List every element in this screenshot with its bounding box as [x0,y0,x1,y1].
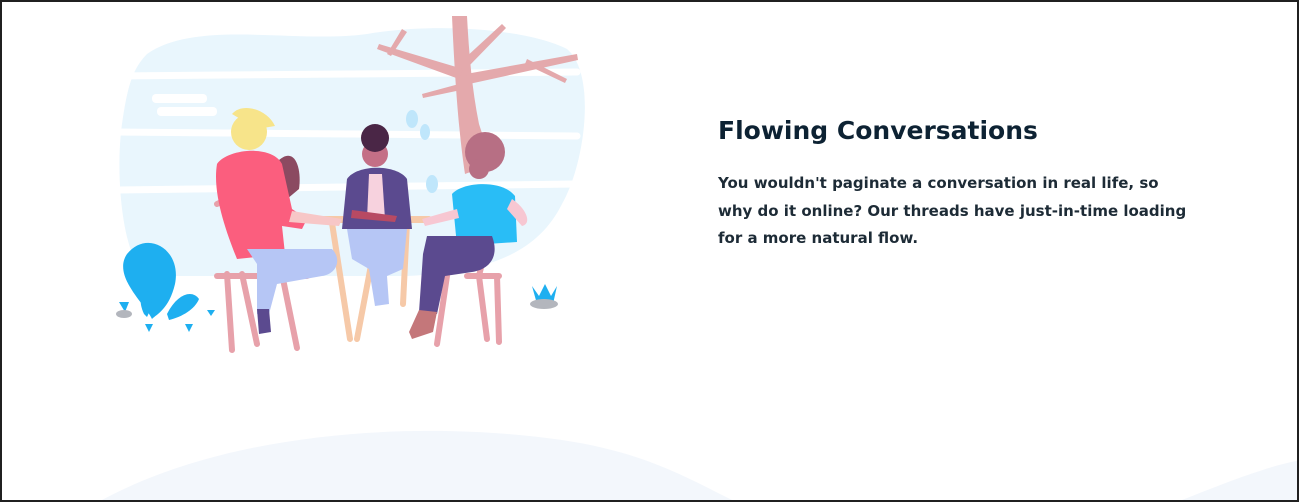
stone-decoration [116,310,132,318]
bottom-wave-decoration [102,430,1297,500]
feature-description: You wouldn't paginate a conversation in … [718,174,1187,247]
feature-text-block: Flowing Conversations You wouldn't pagin… [718,114,1198,253]
feature-title: Flowing Conversations [718,116,1038,145]
feature-section: Flowing Conversations You wouldn't pagin… [0,0,1299,502]
friends-at-table-illustration [113,16,585,353]
plant-right-illustration [530,284,558,309]
